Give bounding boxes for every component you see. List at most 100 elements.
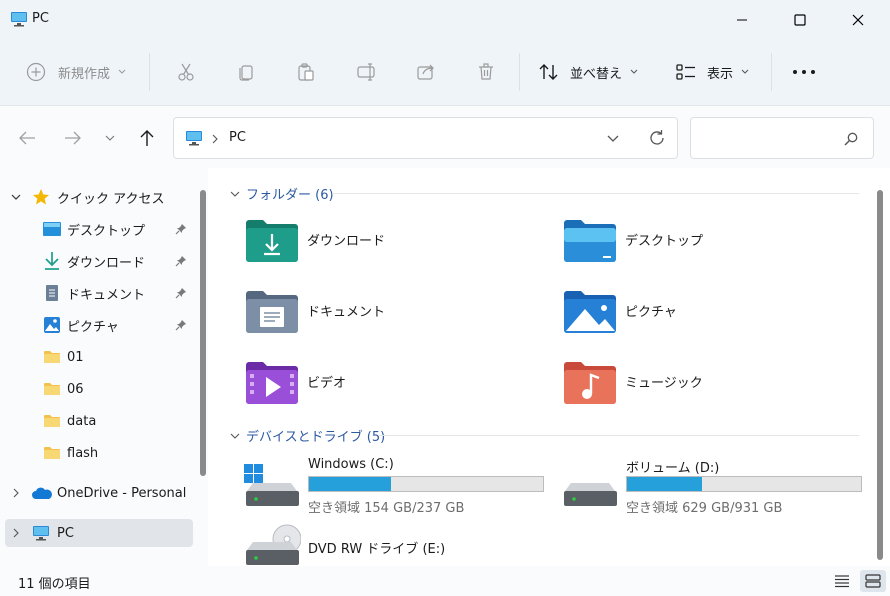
chevron-right-icon	[212, 134, 218, 144]
sidebar-item-quick-access[interactable]: クイック アクセス	[0, 183, 193, 211]
minimize-icon	[737, 19, 747, 21]
sidebar-item-label: ドキュメント	[67, 287, 146, 303]
cut-button[interactable]	[176, 56, 196, 88]
paste-button[interactable]	[296, 56, 316, 88]
folder-tile-desktop[interactable]: デスクトップ	[563, 218, 843, 264]
folder-tile-downloads[interactable]: ダウンロード	[245, 218, 525, 264]
new-button[interactable]: 新規作成	[26, 56, 126, 88]
forward-button[interactable]	[62, 126, 84, 150]
folder-tile-pictures[interactable]: ピクチャ	[563, 289, 843, 335]
window-title: PC	[32, 11, 49, 26]
pin-icon[interactable]	[175, 255, 187, 267]
up-button[interactable]	[136, 126, 158, 150]
folder-icon	[44, 415, 60, 427]
folder-tile-videos[interactable]: ビデオ	[245, 360, 525, 406]
desktop-folder-icon	[564, 220, 616, 262]
large-icons-view-button[interactable]	[860, 570, 886, 592]
chevron-down-icon	[230, 433, 240, 439]
separator	[149, 53, 150, 91]
drive-name: ボリューム (D:)	[626, 461, 720, 476]
view-button[interactable]: 表示	[675, 56, 749, 88]
recent-locations-button[interactable]	[103, 126, 117, 150]
chevron-right-icon[interactable]	[13, 528, 19, 538]
close-icon	[852, 14, 864, 26]
sidebar-item-folder-flash[interactable]: flash	[0, 439, 193, 467]
details-view-icon[interactable]	[834, 574, 850, 588]
documents-folder-icon	[246, 291, 298, 333]
sidebar-item-folder-01[interactable]: 01	[0, 343, 193, 371]
status-bar: 11 個の項目	[0, 566, 890, 596]
cloud-icon	[32, 487, 52, 499]
maximize-button[interactable]	[770, 0, 830, 40]
share-button[interactable]	[416, 56, 436, 88]
copy-button[interactable]	[236, 56, 256, 88]
separator	[519, 53, 520, 91]
search-box[interactable]	[690, 117, 874, 159]
hard-drive-icon	[564, 483, 617, 506]
sort-label: 並べ替え	[570, 66, 623, 82]
sidebar-item-pc[interactable]: PC	[5, 519, 193, 547]
search-icon	[844, 132, 858, 146]
new-label: 新規作成	[58, 66, 111, 82]
rename-icon	[357, 63, 375, 81]
folder-icon	[44, 383, 60, 395]
item-count: 11 個の項目	[18, 577, 91, 592]
dvd-drive-icon	[246, 524, 301, 565]
drives-section-header[interactable]: デバイスとドライブ (5)	[230, 426, 385, 445]
command-bar: 新規作成 並べ替え 表示	[0, 40, 890, 106]
arrow-up-icon	[140, 130, 154, 146]
sidebar-item-pictures[interactable]: ピクチャ	[0, 311, 193, 339]
more-options-button[interactable]	[792, 56, 816, 88]
sidebar-item-label: PC	[57, 525, 74, 541]
folder-label: ミュージック	[625, 376, 703, 391]
pc-icon	[33, 526, 49, 541]
sort-button[interactable]: 並べ替え	[538, 56, 638, 88]
folder-label: ダウンロード	[307, 234, 386, 249]
pin-icon[interactable]	[175, 287, 187, 299]
search-input[interactable]	[699, 128, 839, 148]
refresh-icon[interactable]	[648, 129, 666, 147]
folder-tile-documents[interactable]: ドキュメント	[245, 289, 525, 335]
drive-name: Windows (C:)	[308, 457, 394, 472]
sidebar-item-folder-06[interactable]: 06	[0, 375, 193, 403]
downloads-folder-icon	[246, 220, 298, 262]
separator	[771, 53, 772, 91]
sidebar-item-label: デスクトップ	[67, 223, 146, 239]
delete-button[interactable]	[476, 56, 496, 88]
folder-tile-music[interactable]: ミュージック	[563, 360, 843, 406]
chevron-down-icon[interactable]	[607, 135, 619, 143]
address-bar[interactable]: PC	[173, 117, 678, 159]
sidebar-item-documents[interactable]: ドキュメント	[0, 279, 193, 307]
desktop-icon	[43, 222, 61, 236]
sidebar-item-label: ダウンロード	[67, 255, 146, 271]
view-icon	[676, 64, 695, 80]
pin-icon[interactable]	[175, 223, 187, 235]
windows-drive-icon	[244, 464, 299, 506]
content-scrollbar[interactable]	[877, 190, 883, 560]
sidebar-item-onedrive[interactable]: OneDrive - Personal	[0, 479, 193, 507]
folder-label: ピクチャ	[625, 305, 677, 320]
folders-section-header[interactable]: フォルダー (6)	[230, 184, 334, 203]
chevron-down-icon	[230, 191, 240, 197]
chevron-down-icon[interactable]	[11, 194, 21, 200]
sidebar-item-label: 06	[67, 381, 84, 397]
videos-folder-icon	[246, 362, 298, 404]
folder-icon	[44, 351, 60, 363]
title-bar: PC	[0, 0, 890, 40]
picture-icon	[44, 317, 60, 333]
sidebar-scrollbar[interactable]	[200, 190, 206, 476]
minimize-button[interactable]	[712, 0, 772, 40]
back-button[interactable]	[16, 126, 38, 150]
breadcrumb-location[interactable]: PC	[229, 130, 246, 145]
sidebar-item-folder-data[interactable]: data	[0, 407, 193, 435]
large-icons-view-icon	[865, 574, 881, 588]
sidebar-item-downloads[interactable]: ダウンロード	[0, 247, 193, 275]
rename-button[interactable]	[356, 56, 378, 88]
close-button[interactable]	[828, 0, 888, 40]
chevron-right-icon[interactable]	[13, 488, 19, 498]
sidebar-item-label: OneDrive - Personal	[57, 485, 187, 501]
section-title: フォルダー (6)	[246, 188, 334, 203]
sidebar-item-label: ピクチャ	[67, 319, 119, 335]
sidebar-item-desktop[interactable]: デスクトップ	[0, 215, 193, 243]
pin-icon[interactable]	[175, 319, 187, 331]
